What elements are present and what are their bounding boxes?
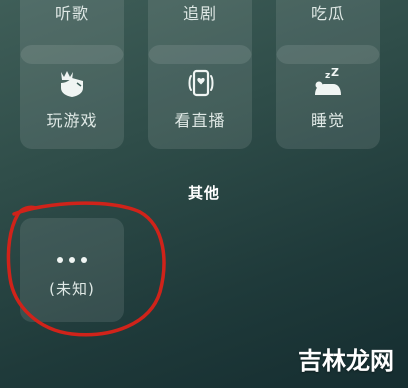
status-tile-label: 吃瓜 [310, 4, 345, 23]
svg-text:Z: Z [331, 68, 339, 79]
status-tile-unknown[interactable]: (未知) [20, 218, 124, 322]
more-dots-icon [20, 244, 124, 276]
watermark-logo: 吉林龙网 [298, 341, 394, 376]
section-title-other: 其他 [187, 184, 220, 202]
watermark-text: 吉林龙网 [298, 346, 394, 375]
status-tile-label: 玩游戏 [46, 111, 98, 130]
status-tile-label: 看直播 [174, 111, 226, 130]
status-tile-label: 追剧 [182, 4, 217, 23]
status-tile-play-games[interactable]: 玩游戏 [20, 45, 124, 149]
status-tile-label: 睡觉 [310, 111, 345, 130]
game-icon [20, 67, 124, 99]
status-tile-sleep[interactable]: z Z 睡觉 [276, 45, 380, 149]
svg-text:z: z [325, 71, 330, 81]
live-stream-icon [148, 67, 252, 99]
status-tile-watch-live[interactable]: 看直播 [148, 45, 252, 149]
sleep-icon: z Z [276, 67, 380, 99]
status-tile-label: 听歌 [54, 4, 89, 23]
status-tile-label: (未知) [49, 280, 95, 298]
